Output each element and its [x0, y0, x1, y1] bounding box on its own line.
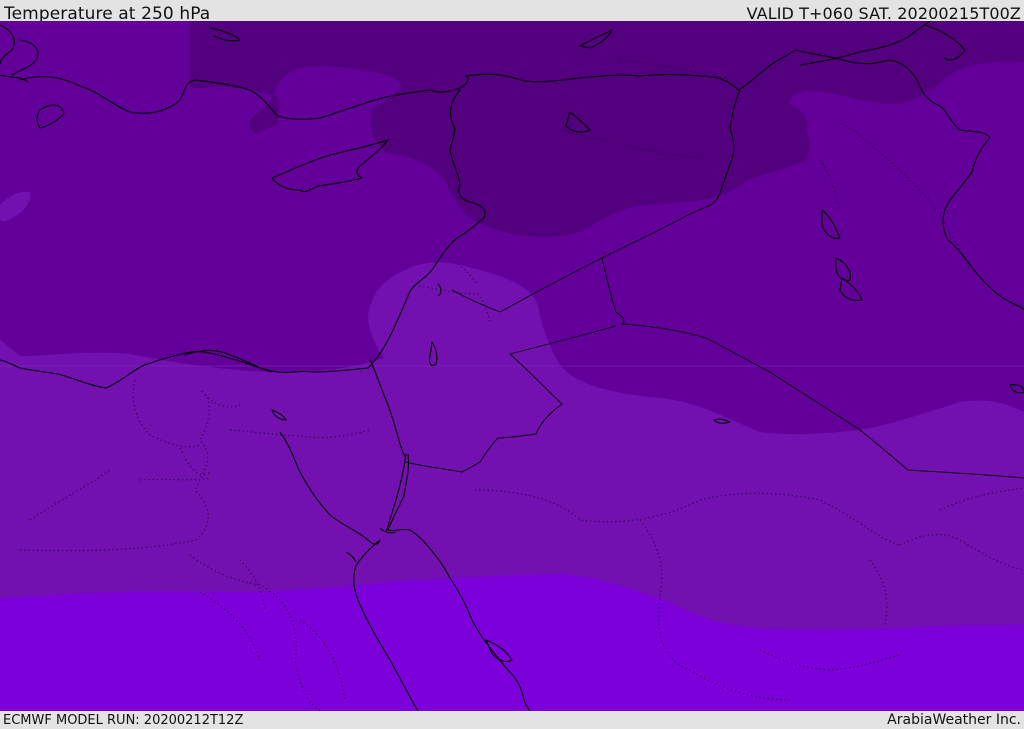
map-footer: ECMWF MODEL RUN: 20200212T12Z ArabiaWeat… [0, 711, 1024, 729]
credit-label: ArabiaWeather Inc. [887, 712, 1021, 728]
map-header: Temperature at 250 hPa VALID T+060 SAT. … [0, 0, 1024, 24]
map-canvas [0, 21, 1024, 711]
model-run-label: ECMWF MODEL RUN: 20200212T12Z [3, 713, 244, 728]
temperature-map[interactable] [0, 21, 1024, 711]
